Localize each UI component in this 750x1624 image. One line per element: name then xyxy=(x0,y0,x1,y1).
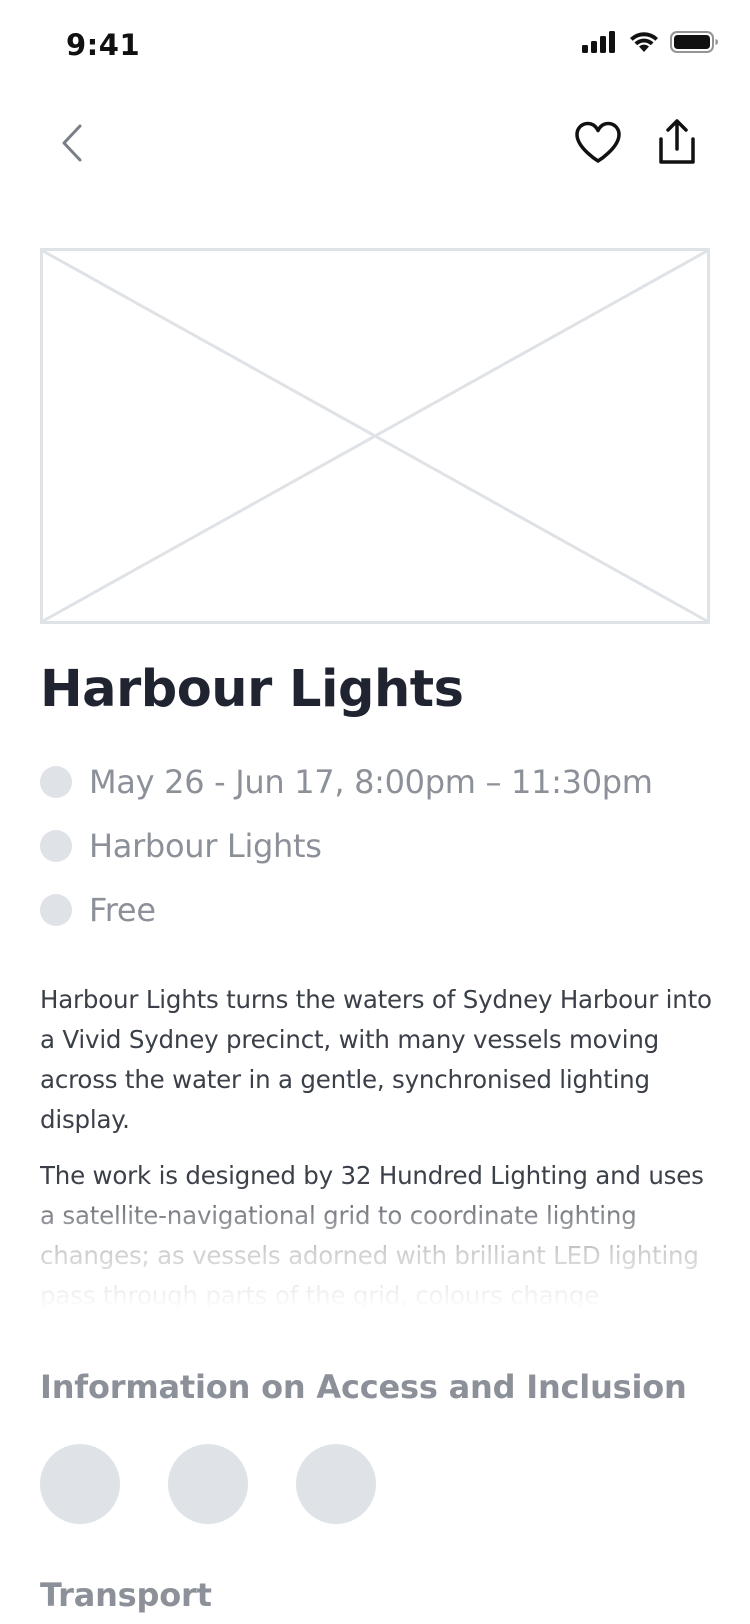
access-icon[interactable] xyxy=(40,1444,120,1524)
transport-section-title: Transport xyxy=(40,1576,212,1614)
event-detail-screen: 9:41 Harbour Lights May 26 - Jun 17, 8:0… xyxy=(0,0,750,1624)
event-price: Free xyxy=(89,891,156,929)
dot-icon xyxy=(40,894,72,926)
description-paragraph: The work is designed by 32 Hundred Light… xyxy=(40,1161,704,1310)
battery-icon xyxy=(670,31,718,53)
access-icons-list xyxy=(40,1444,376,1524)
event-location: Harbour Lights xyxy=(89,827,322,865)
event-description: Harbour Lights turns the waters of Sydne… xyxy=(40,980,720,1310)
description-paragraph: Harbour Lights turns the waters of Sydne… xyxy=(40,985,712,1134)
heart-icon xyxy=(575,121,621,163)
favorite-button[interactable] xyxy=(572,117,624,169)
event-date: May 26 - Jun 17, 8:00pm – 11:30pm xyxy=(89,763,653,801)
hero-image xyxy=(40,248,710,624)
access-section-title: Information on Access and Inclusion xyxy=(40,1368,687,1406)
access-icon[interactable] xyxy=(168,1444,248,1524)
event-date-row: May 26 - Jun 17, 8:00pm – 11:30pm xyxy=(40,762,653,802)
back-button[interactable] xyxy=(52,118,92,168)
access-icon[interactable] xyxy=(296,1444,376,1524)
dot-icon xyxy=(40,766,72,798)
event-price-row: Free xyxy=(40,890,156,930)
event-title: Harbour Lights xyxy=(40,660,464,719)
cellular-signal-icon xyxy=(582,31,615,53)
status-bar: 9:41 xyxy=(0,0,750,94)
wifi-icon xyxy=(630,32,658,52)
chevron-left-icon xyxy=(62,124,82,162)
event-location-row: Harbour Lights xyxy=(40,826,322,866)
dot-icon xyxy=(40,830,72,862)
share-icon xyxy=(659,119,695,164)
share-button[interactable] xyxy=(652,112,702,172)
status-icons xyxy=(582,30,720,54)
status-time: 9:41 xyxy=(66,28,141,62)
image-placeholder-icon xyxy=(40,248,710,624)
